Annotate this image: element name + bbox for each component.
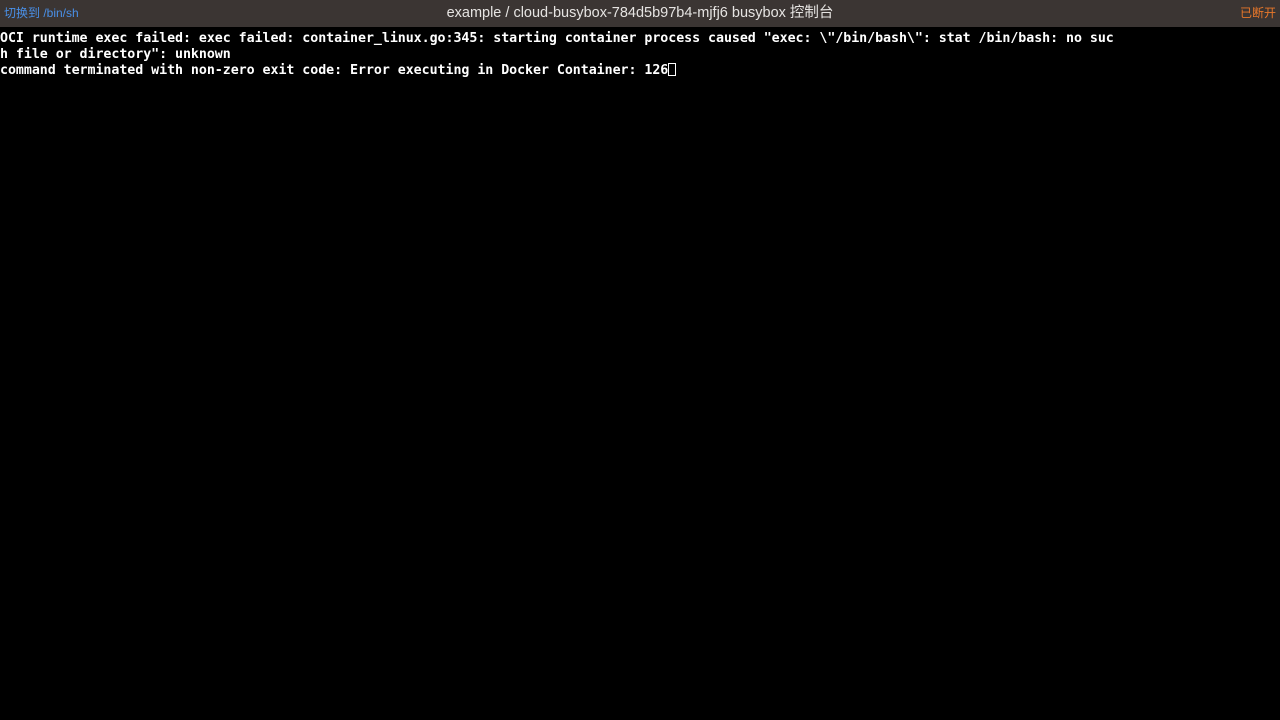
terminal-cursor bbox=[668, 63, 677, 76]
console-topbar: 切换到 /bin/sh example / cloud-busybox-784d… bbox=[0, 0, 1280, 27]
topbar-left-group: 切换到 /bin/sh bbox=[4, 0, 79, 27]
terminal-line-with-cursor: command terminated with non-zero exit co… bbox=[0, 63, 1280, 79]
switch-shell-link[interactable]: 切换到 /bin/sh bbox=[4, 7, 79, 20]
terminal-line-text: command terminated with non-zero exit co… bbox=[0, 63, 669, 78]
connection-status-badge: 已断开 bbox=[1239, 6, 1276, 20]
terminal-line: h file or directory": unknown bbox=[0, 47, 231, 62]
terminal-output-pane[interactable]: OCI runtime exec failed: exec failed: co… bbox=[0, 27, 1280, 720]
terminal-line: OCI runtime exec failed: exec failed: co… bbox=[0, 31, 1114, 46]
topbar-right-group: 已断开 bbox=[1240, 0, 1276, 27]
terminal-lines: OCI runtime exec failed: exec failed: co… bbox=[0, 27, 1280, 79]
console-title: example / cloud-busybox-784d5b97b4-mjfj6… bbox=[446, 5, 834, 21]
